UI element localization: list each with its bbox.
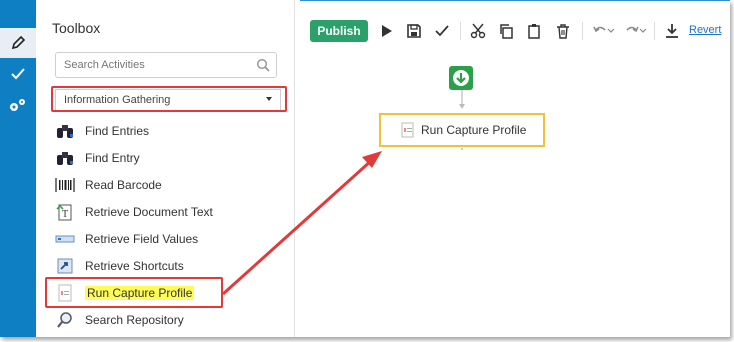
paste-icon[interactable] bbox=[524, 21, 544, 41]
canvas-top-border bbox=[300, 0, 730, 1]
activity-item[interactable]: Find Entries bbox=[54, 120, 284, 142]
activity-item[interactable]: Search Repository bbox=[54, 309, 284, 331]
connector-arrow bbox=[459, 90, 465, 109]
workflow-canvas[interactable] bbox=[300, 48, 730, 337]
node-connector-dot bbox=[461, 148, 463, 150]
pencil-icon bbox=[11, 35, 26, 50]
activity-item[interactable]: Read Barcode bbox=[54, 174, 284, 196]
document-text-icon: T bbox=[54, 202, 76, 222]
start-download-icon bbox=[453, 70, 469, 86]
svg-text:T: T bbox=[62, 209, 68, 220]
field-values-icon bbox=[54, 229, 76, 249]
undo-menu-chevron-icon[interactable] bbox=[606, 21, 616, 41]
search-activities-field[interactable] bbox=[55, 52, 277, 78]
activity-label: Find Entry bbox=[85, 151, 140, 165]
cut-icon[interactable] bbox=[468, 21, 488, 41]
save-icon[interactable] bbox=[404, 21, 424, 41]
toolbar-divider bbox=[460, 22, 461, 40]
run-icon[interactable] bbox=[376, 21, 396, 41]
copy-icon[interactable] bbox=[496, 21, 516, 41]
activity-label: Search Repository bbox=[85, 313, 184, 327]
activity-item[interactable]: T Retrieve Document Text bbox=[54, 201, 284, 223]
activity-item[interactable]: Retrieve Shortcuts bbox=[54, 255, 284, 277]
activity-highlight-box bbox=[45, 277, 223, 308]
validate-nav-item[interactable] bbox=[0, 59, 36, 89]
toolbox-title: Toolbox bbox=[52, 20, 101, 36]
capture-profile-icon bbox=[401, 122, 415, 138]
designer-nav-item[interactable] bbox=[0, 28, 36, 58]
node-label: Run Capture Profile bbox=[421, 123, 527, 137]
left-nav-bar bbox=[0, 0, 36, 337]
publish-button[interactable]: Publish bbox=[310, 20, 368, 42]
toolbox-panel: Toolbox Information Gathering Find Entri… bbox=[36, 0, 295, 337]
magnifier-icon bbox=[54, 310, 76, 330]
activity-label: Read Barcode bbox=[85, 178, 162, 192]
category-highlight-box bbox=[51, 86, 287, 112]
toolbar-divider bbox=[582, 22, 583, 40]
settings-nav-item[interactable] bbox=[0, 90, 36, 120]
activity-label: Retrieve Document Text bbox=[85, 205, 213, 219]
validate-check-icon[interactable] bbox=[432, 21, 452, 41]
toolbar-divider bbox=[654, 22, 655, 40]
activity-item[interactable]: Retrieve Field Values bbox=[54, 228, 284, 250]
activity-label: Retrieve Field Values bbox=[85, 232, 199, 246]
designer-toolbar: Publish Revert bbox=[300, 14, 730, 49]
shortcut-icon bbox=[54, 256, 76, 276]
delete-icon[interactable] bbox=[553, 21, 573, 41]
binoculars-icon bbox=[54, 121, 76, 141]
barcode-icon bbox=[54, 175, 76, 195]
run-capture-profile-node[interactable]: Run Capture Profile bbox=[379, 113, 545, 147]
activity-item[interactable]: Find Entry bbox=[54, 147, 284, 169]
revert-link[interactable]: Revert bbox=[689, 24, 721, 36]
checkmark-icon bbox=[11, 68, 25, 80]
start-node[interactable] bbox=[449, 66, 473, 90]
download-icon[interactable] bbox=[662, 21, 682, 41]
search-icon[interactable] bbox=[256, 58, 270, 77]
gears-icon bbox=[10, 99, 25, 111]
redo-menu-chevron-icon[interactable] bbox=[638, 21, 648, 41]
app-window: Toolbox Information Gathering Find Entri… bbox=[0, 0, 730, 337]
search-input[interactable] bbox=[62, 58, 256, 72]
activity-label: Find Entries bbox=[85, 124, 150, 138]
activity-label: Retrieve Shortcuts bbox=[85, 259, 184, 273]
binoculars-icon bbox=[54, 148, 76, 168]
